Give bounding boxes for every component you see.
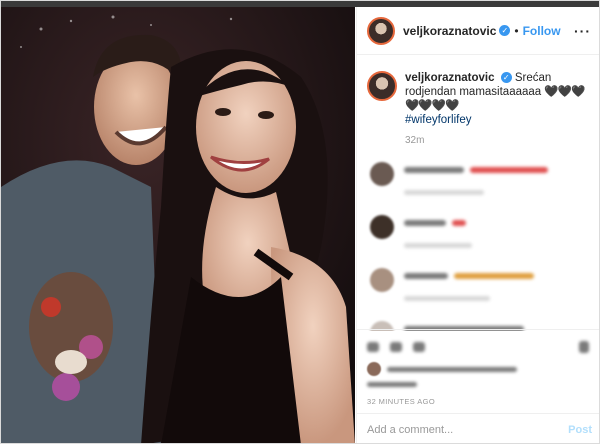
post-photo[interactable] (1, 7, 355, 443)
commenter-avatar[interactable] (370, 268, 394, 292)
post-header: veljkoraznatovic ✓ • Follow ··· (357, 7, 599, 55)
comment-body (404, 268, 537, 305)
caption-time: 32m (405, 135, 425, 146)
comment-item (367, 215, 592, 252)
ellipsis-icon[interactable]: ··· (574, 23, 591, 39)
instagram-post-window: veljkoraznatovic ✓ • Follow ··· veljkora… (0, 0, 600, 444)
commenter-avatar[interactable] (370, 162, 394, 186)
caption-username[interactable]: veljkoraznatovic (405, 72, 494, 84)
caption-avatar[interactable] (367, 71, 397, 101)
redacted-emoji (470, 166, 549, 173)
photo-illustration (1, 7, 355, 443)
post-button[interactable]: Post (568, 424, 592, 436)
comment-body (404, 162, 551, 199)
separator-dot: • (514, 23, 519, 38)
redacted-meta (404, 296, 490, 302)
caption: veljkoraznatovic ✓ Srećan rodjendan mama… (367, 71, 592, 127)
hashtag-link[interactable]: #wifeyforlifey (405, 114, 471, 126)
heart-icon[interactable] (367, 342, 379, 352)
redacted-likes (367, 382, 417, 387)
comment-input[interactable] (367, 423, 569, 436)
share-icon[interactable] (413, 342, 425, 352)
post-sidebar: veljkoraznatovic ✓ • Follow ··· veljkora… (356, 7, 599, 443)
post-actions (357, 329, 599, 399)
post-timestamp: 32 MINUTES AGO (367, 397, 436, 406)
redacted-emoji (454, 272, 535, 279)
bookmark-icon[interactable] (579, 341, 589, 353)
verified-badge-icon: ✓ (499, 25, 511, 36)
comment-item (367, 268, 592, 305)
redacted-text (404, 166, 464, 173)
redacted-meta (404, 243, 472, 249)
redacted-emoji (452, 219, 467, 226)
add-comment-bar: Post (357, 413, 599, 443)
likes-row (367, 362, 592, 376)
username-link[interactable]: veljkoraznatovic (403, 24, 496, 38)
comment-item (367, 162, 592, 199)
redacted-meta (404, 190, 484, 196)
avatar[interactable] (367, 16, 395, 45)
caption-text: veljkoraznatovic ✓ Srećan rodjendan mama… (405, 71, 592, 127)
redacted-text (404, 272, 448, 279)
comment-body (404, 215, 475, 252)
redacted-text (404, 219, 446, 226)
follow-button[interactable]: Follow (523, 24, 561, 38)
comments-list[interactable]: veljkoraznatovic ✓ Srećan rodjendan mama… (357, 59, 599, 331)
liker-avatar[interactable] (367, 362, 381, 376)
commenter-avatar[interactable] (370, 215, 394, 239)
redacted-likes (387, 366, 517, 372)
action-icons-row (367, 336, 592, 358)
comment-icon[interactable] (390, 342, 402, 352)
verified-badge-icon: ✓ (500, 72, 512, 84)
likes-row-2 (367, 382, 592, 387)
